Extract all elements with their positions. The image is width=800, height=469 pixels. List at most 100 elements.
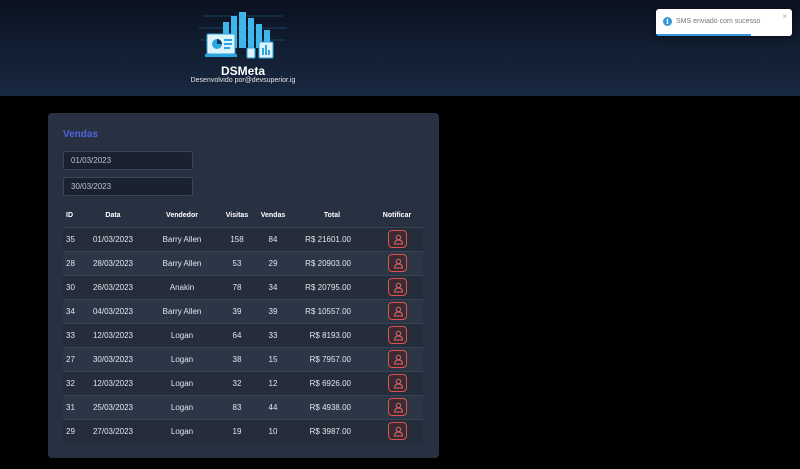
cell-id: 32 [63,370,83,395]
table-row: 28 28/03/2023 Barry Allen 53 29 R$ 20903.00 [63,250,423,275]
notify-button[interactable] [387,398,407,416]
cell-deals: 33 [253,322,293,347]
cell-seller: Logan [143,394,221,419]
min-date-input[interactable]: 01/03/2023 [63,151,193,170]
user-notify-icon [393,378,403,389]
cell-notify [371,298,423,323]
cell-visits: 32 [221,370,253,395]
col-header-id: ID [66,212,73,220]
cell-id: 31 [63,394,83,419]
cell-visits: 83 [221,394,253,419]
cell-visits: 158 [221,226,253,251]
sales-table: ID Data Vendedor Visitas Vendas Total No… [63,205,423,443]
cell-date: 12/03/2023 [83,370,143,395]
user-notify-icon [393,427,403,437]
cell-notify [371,226,423,251]
cell-total: R$ 21601.00 [293,226,371,251]
notify-button[interactable] [387,350,407,368]
cell-deals: 39 [253,298,293,323]
cell-notify [371,370,423,395]
cell-deals: 84 [253,226,293,251]
cell-visits: 78 [221,274,253,299]
user-notify-icon [393,402,403,413]
col-header-total: Total [323,212,341,220]
toast-notification[interactable]: i SMS enviado com sucesso × [656,9,792,36]
cell-date: 27/03/2023 [83,418,143,443]
table-row: 31 25/03/2023 Logan 83 44 R$ 4938.00 [63,394,423,419]
table-row: 27 30/03/2023 Logan 38 15 R$ 7957.00 [63,346,423,371]
cell-deals: 12 [253,370,293,395]
col-header-deals: Vendas [260,212,286,220]
table-header-row: ID Data Vendedor Visitas Vendas Total No… [63,205,423,227]
notify-button[interactable] [387,230,407,248]
logo-icon [199,12,287,59]
table-row: 29 27/03/2023 Logan 19 10 R$ 3987.00 [63,418,423,443]
cell-visits: 39 [221,298,253,323]
cell-seller: Barry Allen [143,298,221,323]
cell-total: R$ 10557.00 [293,298,371,323]
cell-notify [371,394,423,419]
cell-seller: Logan [143,370,221,395]
notify-button[interactable] [387,278,407,296]
cell-notify [371,346,423,371]
toast-progress-bar [656,34,752,36]
notify-button[interactable] [387,422,407,441]
card-title: Vendas [63,129,99,140]
cell-total: R$ 4938.00 [293,394,371,419]
cell-total: R$ 20795.00 [293,274,371,299]
cell-notify [371,418,423,443]
cell-deals: 34 [253,274,293,299]
cell-deals: 10 [253,418,293,443]
table-row: 32 12/03/2023 Logan 32 12 R$ 6926.00 [63,370,423,395]
cell-seller: Anakin [143,274,221,299]
sales-card: Vendas 01/03/2023 30/03/2023 ID Data Ven… [48,113,439,458]
user-notify-icon [393,354,403,365]
cell-id: 29 [63,418,83,443]
user-notify-icon [393,330,403,341]
cell-visits: 64 [221,322,253,347]
cell-notify [371,322,423,347]
col-header-date: Data [105,212,121,220]
brand-subtitle: Desenvolvido por@devsuperior.ig [190,77,296,84]
cell-visits: 19 [221,418,253,443]
table-row: 35 01/03/2023 Barry Allen 158 84 R$ 21601.00 [63,226,423,251]
cell-id: 35 [63,226,83,251]
cell-id: 33 [63,322,83,347]
toast-message: SMS enviado com sucesso [676,18,761,25]
user-notify-icon [393,258,403,269]
cell-deals: 29 [253,250,293,275]
cell-total: R$ 20903.00 [293,250,371,275]
table-row: 30 26/03/2023 Anakin 78 34 R$ 20795.00 [63,274,423,299]
max-date-input[interactable]: 30/03/2023 [63,177,193,196]
cell-id: 30 [63,274,83,299]
cell-notify [371,274,423,299]
cell-seller: Barry Allen [143,250,221,275]
cell-date: 30/03/2023 [83,346,143,371]
close-icon[interactable]: × [782,12,787,21]
col-header-visits: Visitas [225,212,249,220]
cell-seller: Barry Allen [143,226,221,251]
table-row: 33 12/03/2023 Logan 64 33 R$ 8193.00 [63,322,423,347]
cell-total: R$ 7957.00 [293,346,371,371]
user-notify-icon [393,306,403,317]
cell-date: 28/03/2023 [83,250,143,275]
cell-visits: 53 [221,250,253,275]
cell-seller: Logan [143,346,221,371]
notify-button[interactable] [387,326,407,344]
cell-deals: 15 [253,346,293,371]
cell-seller: Logan [143,322,221,347]
cell-date: 26/03/2023 [83,274,143,299]
cell-id: 34 [63,298,83,323]
notify-button[interactable] [387,254,407,272]
notify-button[interactable] [387,374,407,392]
col-header-seller: Vendedor [166,212,198,220]
cell-visits: 38 [221,346,253,371]
col-header-notify: Notificar [382,212,412,220]
cell-date: 12/03/2023 [83,322,143,347]
cell-seller: Logan [143,418,221,443]
notify-button[interactable] [387,302,407,320]
cell-total: R$ 3987.00 [293,418,371,443]
cell-total: R$ 8193.00 [293,322,371,347]
info-icon: i [663,17,672,26]
cell-id: 28 [63,250,83,275]
